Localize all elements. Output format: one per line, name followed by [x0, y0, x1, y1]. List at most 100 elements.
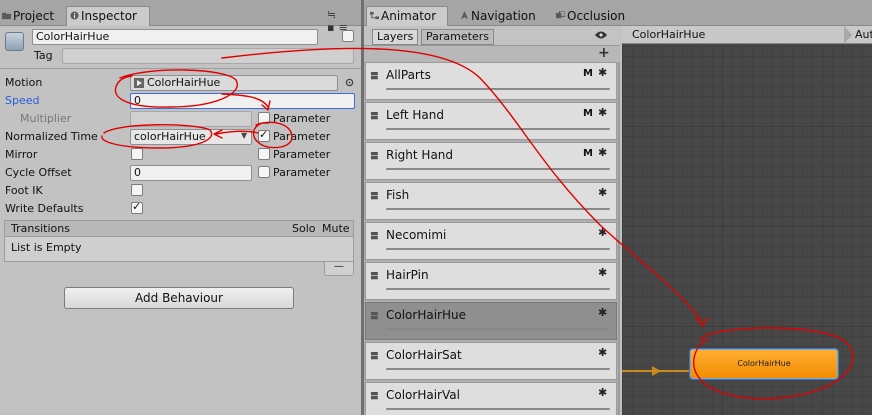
mirror-parameter-checkbox[interactable]: [258, 148, 270, 160]
drag-handle-icon[interactable]: ▬ ▬: [370, 110, 379, 123]
gear-icon[interactable]: ✱: [598, 66, 607, 79]
mirror-checkbox[interactable]: [131, 148, 143, 160]
layer-weight-slider[interactable]: [386, 208, 610, 210]
speed-field[interactable]: 0: [130, 93, 355, 109]
layer-name: Necomimi: [386, 228, 447, 242]
layer-item[interactable]: ▬ ▬ AllParts M ✱: [365, 62, 617, 100]
drag-handle-icon[interactable]: ▬ ▬: [370, 190, 379, 203]
drag-handle-icon[interactable]: ▬ ▬: [370, 150, 379, 163]
layer-weight-slider[interactable]: [386, 368, 610, 370]
layer-item[interactable]: ▬ ▬ ColorHairHue ✱: [365, 302, 617, 340]
layers-panel: Layers Parameters + ▬ ▬ AllParts M ✱ ▬ ▬ Left H…: [364, 26, 620, 415]
header-separator: [0, 68, 361, 69]
normalized-time-parameter-label: Parameter: [273, 130, 331, 143]
layer-weight-slider[interactable]: [386, 408, 610, 410]
info-icon: [70, 11, 79, 20]
layer-item[interactable]: ▬ ▬ ColorHairSat ✱: [365, 342, 617, 380]
gear-icon[interactable]: ✱: [598, 306, 607, 319]
tab-occlusion-label: Occlusion: [567, 9, 626, 23]
foot-ik-checkbox[interactable]: [131, 184, 143, 196]
chevron-down-icon: ▼: [241, 131, 248, 140]
tab-navigation[interactable]: Navigation: [456, 6, 544, 26]
normalized-time-dropdown[interactable]: colorHairHue: [130, 129, 252, 145]
tab-project[interactable]: Project: [0, 6, 62, 26]
animation-clip-icon: [134, 78, 144, 88]
eye-icon[interactable]: [595, 31, 607, 39]
multiplier-parameter-checkbox[interactable]: [258, 112, 270, 124]
mirror-label: Mirror: [5, 148, 38, 161]
tab-occlusion[interactable]: Occlusion: [552, 6, 640, 26]
gear-icon[interactable]: ✱: [598, 266, 607, 279]
navigation-icon: [460, 11, 469, 20]
gear-icon[interactable]: ✱: [598, 186, 607, 199]
tag-field[interactable]: [62, 48, 354, 64]
tag-label: Tag: [34, 49, 53, 62]
list-empty-text: List is Empty: [11, 241, 82, 254]
mask-badge: M: [583, 108, 593, 119]
animator-graph[interactable]: ColorHairHue Aut ColorHairHue: [622, 26, 872, 415]
cycle-offset-field[interactable]: 0: [130, 165, 252, 181]
cycle-offset-parameter-checkbox[interactable]: [258, 166, 270, 178]
layer-weight-slider[interactable]: [386, 288, 610, 290]
transitions-list: Transitions Solo Mute List is Empty: [4, 220, 354, 262]
gear-icon[interactable]: ✱: [598, 106, 607, 119]
drag-handle-icon[interactable]: ▬ ▬: [370, 310, 379, 323]
state-enable-checkbox[interactable]: [342, 30, 354, 42]
state-name-field[interactable]: ColorHairHue: [32, 29, 318, 45]
gear-icon[interactable]: ✱: [598, 146, 607, 159]
layer-item[interactable]: ▬ ▬ Left Hand M ✱: [365, 102, 617, 140]
tab-animator[interactable]: Animator: [366, 6, 448, 26]
gear-icon[interactable]: ✱: [598, 346, 607, 359]
layers-toolbar: Layers Parameters: [364, 26, 620, 46]
remove-transition-button[interactable]: —: [324, 262, 354, 276]
auto-live-link-label[interactable]: Aut: [855, 28, 872, 41]
breadcrumb: ColorHairHue Aut: [622, 26, 872, 44]
layer-item[interactable]: ▬ ▬ Right Hand M ✱: [365, 142, 617, 180]
layer-item[interactable]: ▬ ▬ ColorHairVal ✱: [365, 382, 617, 415]
add-layer-button[interactable]: +: [598, 45, 610, 61]
tab-inspector[interactable]: Inspector: [66, 6, 150, 26]
layer-item[interactable]: ▬ ▬ Necomimi ✱: [365, 222, 617, 260]
drag-handle-icon[interactable]: ▬ ▬: [370, 390, 379, 403]
drag-handle-icon[interactable]: ▬ ▬: [370, 270, 379, 283]
add-behaviour-button[interactable]: Add Behaviour: [64, 287, 294, 309]
normalized-time-label: Normalized Time: [5, 130, 98, 143]
normalized-time-parameter-checkbox[interactable]: [258, 128, 270, 142]
layer-weight-slider[interactable]: [386, 88, 610, 90]
drag-handle-icon[interactable]: ▬ ▬: [370, 350, 379, 363]
object-picker-icon[interactable]: [345, 78, 354, 87]
layer-item[interactable]: ▬ ▬ Fish ✱: [365, 182, 617, 220]
mirror-parameter-label: Parameter: [273, 148, 331, 161]
layers-scrollbar[interactable]: [618, 62, 620, 415]
foot-ik-label: Foot IK: [5, 184, 43, 197]
multiplier-label: Multiplier: [20, 112, 72, 125]
speed-label: Speed: [5, 94, 40, 107]
multiplier-dropdown: [130, 111, 252, 127]
layer-weight-slider[interactable]: [386, 328, 610, 330]
drag-handle-icon[interactable]: ▬ ▬: [370, 230, 379, 243]
layer-weight-slider[interactable]: [386, 128, 610, 130]
multiplier-parameter-label: Parameter: [273, 112, 331, 125]
cycle-offset-parameter-label: Parameter: [273, 166, 331, 179]
layer-name: Left Hand: [386, 108, 444, 122]
layer-weight-slider[interactable]: [386, 248, 610, 250]
write-defaults-checkbox[interactable]: [131, 200, 143, 214]
drag-handle-icon[interactable]: ▬ ▬: [370, 70, 379, 83]
layer-name: ColorHairHue: [386, 308, 466, 322]
layer-item[interactable]: ▬ ▬ HairPin ✱: [365, 262, 617, 300]
breadcrumb-item[interactable]: ColorHairHue: [632, 28, 705, 41]
solo-column-label: Solo: [292, 222, 316, 235]
tab-layers[interactable]: Layers: [372, 29, 419, 45]
layer-name: ColorHairVal: [386, 388, 460, 402]
motion-value: ColorHairHue: [147, 76, 221, 89]
occlusion-icon: [556, 11, 565, 19]
layer-weight-slider[interactable]: [386, 168, 610, 170]
tab-parameters[interactable]: Parameters: [421, 29, 494, 45]
cycle-offset-label: Cycle Offset: [5, 166, 72, 179]
layer-name: ColorHairSat: [386, 348, 462, 362]
state-node-colorhairhue[interactable]: ColorHairHue: [690, 349, 838, 379]
gear-icon[interactable]: ✱: [598, 226, 607, 239]
motion-field[interactable]: ColorHairHue: [130, 75, 338, 91]
gear-icon[interactable]: ✱: [598, 386, 607, 399]
write-defaults-label: Write Defaults: [5, 202, 84, 215]
